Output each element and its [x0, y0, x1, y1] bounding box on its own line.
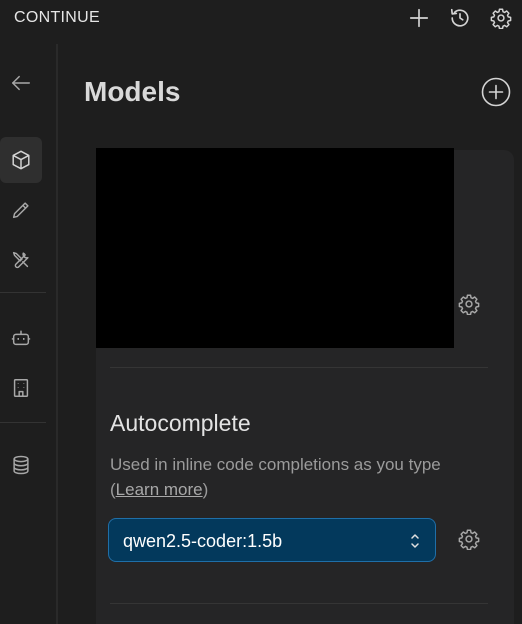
- sidebar-item-agents[interactable]: [0, 315, 42, 361]
- pencil-icon: [12, 202, 29, 219]
- database-icon: [13, 455, 29, 475]
- page-title: Models: [84, 76, 181, 107]
- back-button[interactable]: [0, 60, 42, 106]
- autocomplete-settings-button[interactable]: [457, 527, 481, 551]
- updown-chevron-icon: [411, 534, 419, 548]
- redacted-region: [96, 148, 454, 348]
- sidebar-item-rules[interactable]: [0, 187, 42, 233]
- back-arrow-icon: [12, 75, 30, 91]
- autocomplete-description-suffix: ): [202, 480, 209, 499]
- tools-icon: [12, 251, 29, 269]
- sidebar-rail: [0, 40, 56, 624]
- sidebar-item-data[interactable]: [0, 442, 42, 488]
- settings-button[interactable]: [489, 6, 513, 30]
- history-button[interactable]: [448, 6, 472, 30]
- header: CONTINUE: [0, 0, 522, 40]
- sidebar-item-organization[interactable]: [0, 365, 42, 411]
- app-title: CONTINUE: [14, 9, 100, 26]
- sidebar-item-tools[interactable]: [0, 237, 42, 283]
- history-icon: [450, 8, 469, 27]
- add-model-button[interactable]: [481, 77, 511, 107]
- section-divider: [110, 603, 488, 604]
- rail-divider: [56, 44, 58, 624]
- gear-icon: [490, 8, 512, 29]
- plus-icon: [409, 8, 429, 28]
- rail-separator: [0, 422, 46, 423]
- gear-icon: [458, 529, 480, 550]
- gear-icon: [458, 294, 480, 315]
- continue-panel: CONTINUE Models Autocomplete Used in inl…: [0, 0, 522, 624]
- building-icon: [13, 379, 29, 397]
- autocomplete-model-select[interactable]: qwen2.5-coder:1.5b: [108, 518, 436, 562]
- autocomplete-description: Used in inline code completions as you t…: [110, 452, 470, 502]
- new-session-button[interactable]: [407, 6, 431, 30]
- section-divider: [110, 367, 488, 368]
- plus-circle-icon: [481, 77, 511, 107]
- selected-model-value: qwen2.5-coder:1.5b: [123, 531, 283, 551]
- rail-separator: [0, 292, 46, 293]
- robot-icon: [11, 330, 31, 346]
- learn-more-link[interactable]: Learn more: [116, 480, 203, 499]
- sidebar-item-models[interactable]: [0, 137, 42, 183]
- cube-icon: [12, 150, 30, 170]
- autocomplete-title: Autocomplete: [110, 410, 251, 436]
- chat-model-settings-button[interactable]: [457, 292, 481, 316]
